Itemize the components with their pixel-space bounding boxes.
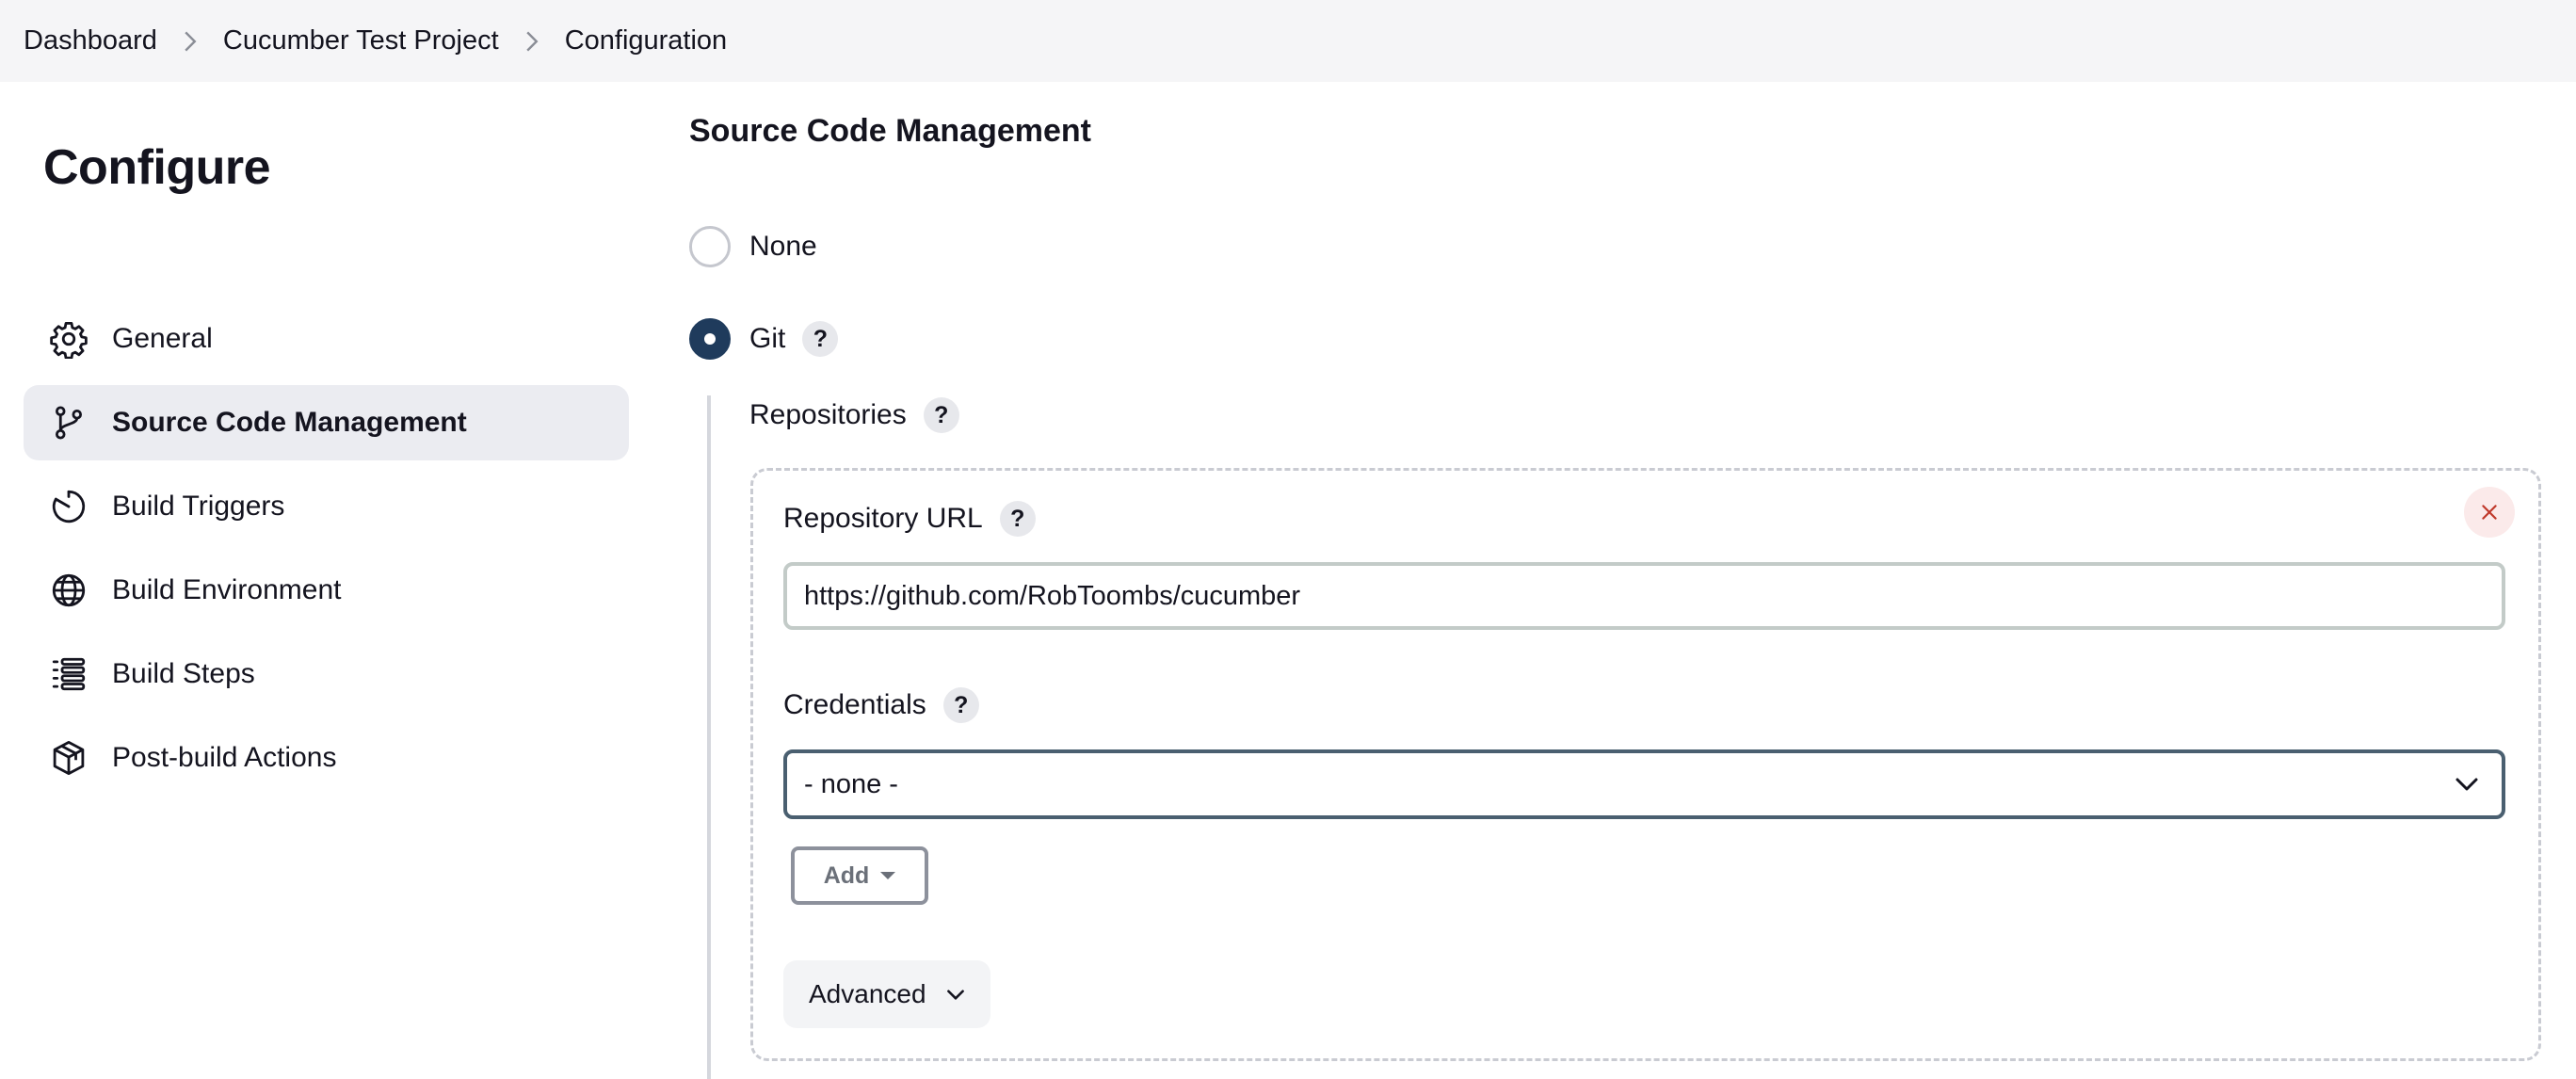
- sidebar-item-post-build-actions[interactable]: Post-build Actions: [24, 720, 629, 796]
- credentials-select[interactable]: - none -: [783, 749, 2505, 819]
- chevron-right-icon: [157, 23, 223, 60]
- repository-url-input[interactable]: https://github.com/RobToombs/cucumber: [783, 562, 2505, 630]
- sidebar-item-build-triggers[interactable]: Build Triggers: [24, 469, 629, 544]
- breadcrumb-label[interactable]: Cucumber Test Project: [223, 25, 499, 56]
- radio-label-git: Git: [749, 323, 786, 354]
- git-branch-icon: [48, 402, 89, 443]
- gear-icon: [48, 318, 89, 360]
- repository-url-heading: Repository URL ?: [783, 501, 1036, 537]
- credentials-selected-value: - none -: [804, 768, 898, 799]
- package-icon: [48, 737, 89, 779]
- breadcrumb-label[interactable]: Configuration: [565, 25, 728, 56]
- repositories-label: Repositories: [749, 399, 907, 430]
- caret-down-icon: [880, 872, 896, 879]
- sidebar-item-build-steps[interactable]: Build Steps: [24, 636, 629, 712]
- breadcrumb-label[interactable]: Dashboard: [24, 25, 157, 56]
- sidebar-item-label: Build Environment: [112, 574, 342, 605]
- add-credentials-button[interactable]: Add: [791, 846, 928, 905]
- remove-repository-button[interactable]: [2464, 487, 2515, 538]
- list-icon: [48, 653, 89, 695]
- advanced-button[interactable]: Advanced: [783, 960, 990, 1028]
- help-icon[interactable]: ?: [923, 397, 959, 433]
- sidebar-item-build-environment[interactable]: Build Environment: [24, 553, 629, 628]
- credentials-heading: Credentials ?: [783, 687, 979, 723]
- breadcrumb-item-dashboard[interactable]: Dashboard: [24, 25, 157, 56]
- add-button-label: Add: [823, 862, 870, 889]
- sidebar-item-source-code-management[interactable]: Source Code Management: [24, 385, 629, 460]
- help-icon[interactable]: ?: [999, 501, 1036, 537]
- repository-url-value: https://github.com/RobToombs/cucumber: [804, 580, 1301, 611]
- sidebar-item-label: Build Steps: [112, 658, 255, 689]
- close-icon: [2482, 505, 2497, 520]
- sidebar-item-label: General: [112, 323, 213, 354]
- globe-icon: [48, 570, 89, 611]
- repositories-heading: Repositories ?: [749, 397, 959, 433]
- radio-label-none: None: [749, 231, 817, 262]
- breadcrumb-item-configuration[interactable]: Configuration: [565, 25, 728, 56]
- sidebar-item-label: Post-build Actions: [112, 742, 337, 773]
- radio-git[interactable]: [689, 318, 731, 360]
- page-title: Configure: [43, 140, 271, 195]
- help-icon[interactable]: ?: [942, 687, 979, 723]
- sidebar-item-label: Build Triggers: [112, 491, 285, 522]
- breadcrumb-item-project[interactable]: Cucumber Test Project: [223, 25, 499, 56]
- scm-option-git[interactable]: Git ?: [689, 318, 839, 360]
- chevron-down-icon: [2455, 778, 2478, 791]
- chevron-right-icon: [499, 23, 565, 60]
- help-icon[interactable]: ?: [802, 321, 839, 357]
- sidebar-item-label: Source Code Management: [112, 407, 467, 438]
- scm-option-none[interactable]: None: [689, 226, 817, 267]
- sidebar-item-general[interactable]: General: [24, 301, 629, 377]
- repository-url-label: Repository URL: [783, 503, 983, 534]
- section-title: Source Code Management: [689, 113, 1091, 149]
- credentials-label: Credentials: [783, 689, 926, 720]
- git-section-rail: [707, 395, 711, 1079]
- sidebar: General Source Code Management Build Tri…: [24, 301, 629, 804]
- timer-icon: [48, 486, 89, 527]
- breadcrumb: Dashboard Cucumber Test Project Configur…: [0, 0, 2576, 82]
- radio-none[interactable]: [689, 226, 731, 267]
- advanced-button-label: Advanced: [809, 979, 926, 1008]
- chevron-down-icon: [946, 990, 964, 1000]
